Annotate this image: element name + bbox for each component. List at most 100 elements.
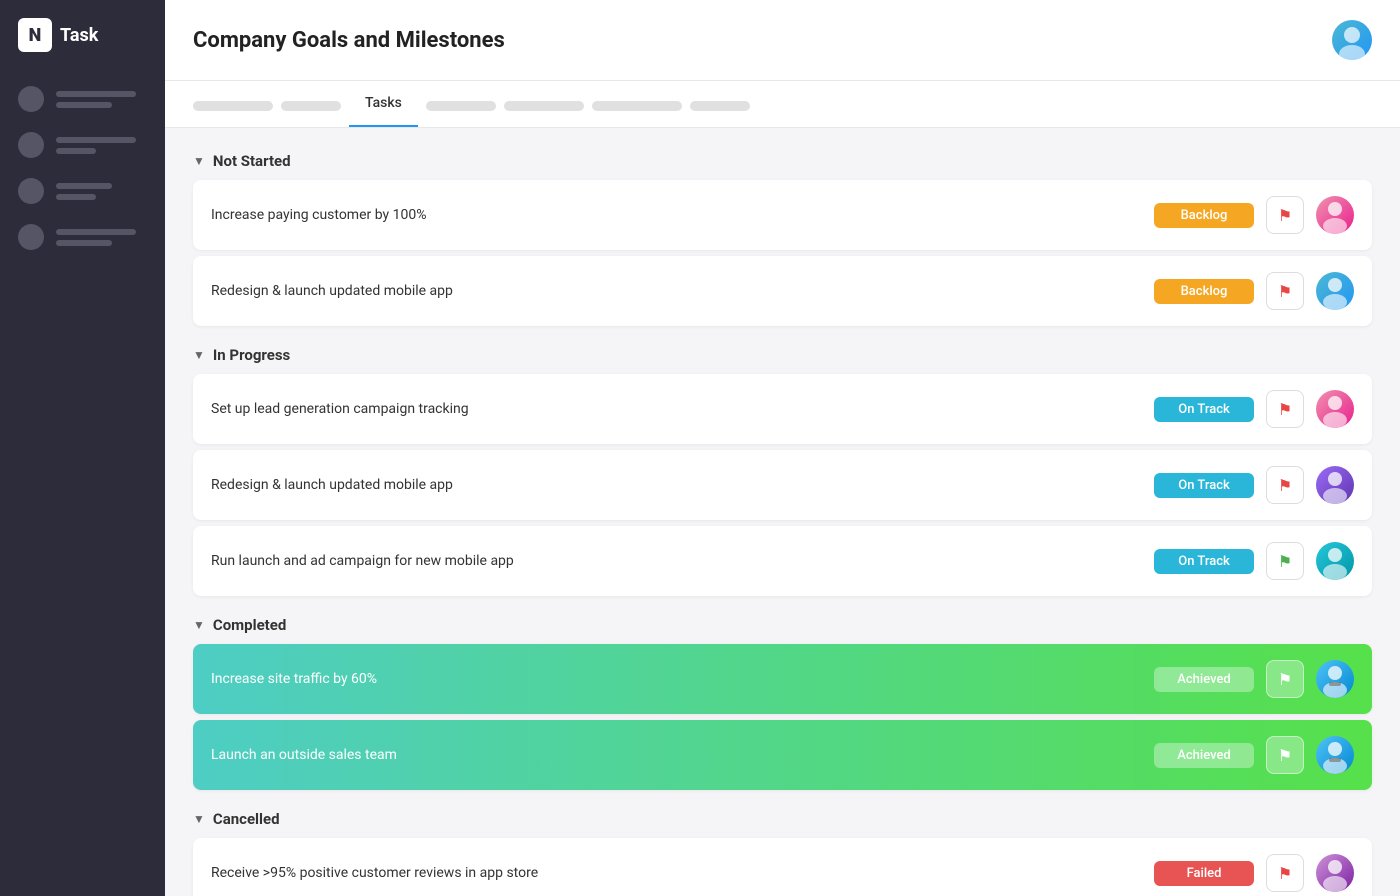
sidebar-line (56, 148, 96, 154)
task-row: Set up lead generation campaign tracking… (193, 374, 1372, 444)
avatar-svg (1316, 390, 1354, 428)
sidebar-line (56, 91, 136, 97)
task-row: Increase paying customer by 100% Backlog… (193, 180, 1372, 250)
status-badge: Achieved (1154, 743, 1254, 768)
flag-icon: ⚑ (1278, 282, 1292, 301)
avatar-image (1332, 20, 1372, 60)
avatar-svg (1316, 466, 1354, 504)
sidebar-line (56, 229, 136, 235)
status-badge: Backlog (1154, 279, 1254, 304)
sidebar-item-4[interactable] (0, 214, 165, 260)
flag-button[interactable]: ⚑ (1266, 466, 1304, 504)
task-row-completed: Increase site traffic by 60% Achieved ⚑ (193, 644, 1372, 714)
sidebar-line (56, 137, 136, 143)
flag-button[interactable]: ⚑ (1266, 542, 1304, 580)
task-avatar (1316, 854, 1354, 892)
section-title-in-progress: In Progress (213, 346, 290, 364)
task-row: Run launch and ad campaign for new mobil… (193, 526, 1372, 596)
task-name: Launch an outside sales team (211, 747, 1142, 763)
avatar-svg (1316, 272, 1354, 310)
status-badge: Backlog (1154, 203, 1254, 228)
flag-icon: ⚑ (1278, 206, 1292, 225)
sidebar-line (56, 183, 112, 189)
content-area: ▼ Not Started Increase paying customer b… (165, 128, 1400, 896)
flag-icon: ⚑ (1278, 476, 1292, 495)
sidebar-item-1[interactable] (0, 76, 165, 122)
section-header-in-progress: ▼ In Progress (193, 346, 1372, 364)
sidebar-item-lines-1 (56, 91, 147, 108)
section-title-cancelled: Cancelled (213, 810, 280, 828)
tab-placeholder-1 (193, 101, 273, 111)
sidebar-item-icon-2 (18, 132, 44, 158)
avatar-svg (1316, 196, 1354, 234)
tab-placeholder-5 (592, 101, 682, 111)
task-avatar (1316, 390, 1354, 428)
sidebar-item-icon-1 (18, 86, 44, 112)
flag-button[interactable]: ⚑ (1266, 736, 1304, 774)
page-title: Company Goals and Milestones (193, 28, 505, 53)
section-title-not-started: Not Started (213, 152, 291, 170)
flag-icon: ⚑ (1278, 552, 1292, 571)
avatar-svg (1316, 854, 1354, 892)
flag-icon: ⚑ (1278, 746, 1292, 765)
section-in-progress: ▼ In Progress Set up lead generation cam… (193, 346, 1372, 596)
task-name: Increase paying customer by 100% (211, 207, 1142, 223)
flag-button[interactable]: ⚑ (1266, 196, 1304, 234)
app-logo: N Task (0, 18, 165, 76)
tab-placeholder-6 (690, 101, 750, 111)
tab-tasks[interactable]: Tasks (349, 81, 418, 127)
section-header-not-started: ▼ Not Started (193, 152, 1372, 170)
task-avatar (1316, 272, 1354, 310)
sidebar-item-2[interactable] (0, 122, 165, 168)
task-row: Redesign & launch updated mobile app On … (193, 450, 1372, 520)
tab-placeholder-2 (281, 101, 341, 111)
task-row: Redesign & launch updated mobile app Bac… (193, 256, 1372, 326)
chevron-down-icon: ▼ (193, 618, 205, 632)
sidebar-item-lines-2 (56, 137, 147, 154)
task-avatar (1316, 196, 1354, 234)
avatar-svg (1316, 736, 1354, 774)
sidebar-line (56, 102, 112, 108)
task-avatar (1316, 736, 1354, 774)
chevron-down-icon: ▼ (193, 348, 205, 362)
sidebar: N Task (0, 0, 165, 896)
app-name: Task (60, 25, 98, 46)
chevron-down-icon: ▼ (193, 154, 205, 168)
task-name: Receive >95% positive customer reviews i… (211, 865, 1142, 881)
flag-button[interactable]: ⚑ (1266, 272, 1304, 310)
logo-icon: N (18, 18, 52, 52)
sidebar-item-icon-4 (18, 224, 44, 250)
section-not-started: ▼ Not Started Increase paying customer b… (193, 152, 1372, 326)
section-completed: ▼ Completed Increase site traffic by 60%… (193, 616, 1372, 790)
task-row-completed: Launch an outside sales team Achieved ⚑ (193, 720, 1372, 790)
main-content: Company Goals and Milestones Tasks ▼ Not… (165, 0, 1400, 896)
sidebar-line (56, 240, 112, 246)
section-title-completed: Completed (213, 616, 286, 634)
section-cancelled: ▼ Cancelled Receive >95% positive custom… (193, 810, 1372, 896)
status-badge: On Track (1154, 473, 1254, 498)
avatar-svg (1316, 660, 1354, 698)
task-name: Set up lead generation campaign tracking (211, 401, 1142, 417)
chevron-down-icon: ▼ (193, 812, 205, 826)
task-name: Redesign & launch updated mobile app (211, 477, 1142, 493)
status-badge: On Track (1154, 549, 1254, 574)
flag-button[interactable]: ⚑ (1266, 390, 1304, 428)
sidebar-item-lines-4 (56, 229, 147, 246)
status-badge: On Track (1154, 397, 1254, 422)
user-avatar-header[interactable] (1332, 20, 1372, 60)
task-name: Increase site traffic by 60% (211, 671, 1142, 687)
task-name: Redesign & launch updated mobile app (211, 283, 1142, 299)
flag-icon: ⚑ (1278, 400, 1292, 419)
sidebar-item-icon-3 (18, 178, 44, 204)
status-badge: Achieved (1154, 667, 1254, 692)
sidebar-item-3[interactable] (0, 168, 165, 214)
task-row: Receive >95% positive customer reviews i… (193, 838, 1372, 896)
flag-button[interactable]: ⚑ (1266, 660, 1304, 698)
section-header-completed: ▼ Completed (193, 616, 1372, 634)
flag-icon: ⚑ (1278, 864, 1292, 883)
task-avatar (1316, 542, 1354, 580)
tab-placeholder-3 (426, 101, 496, 111)
status-badge: Failed (1154, 861, 1254, 886)
tabs-bar: Tasks (165, 81, 1400, 128)
flag-button[interactable]: ⚑ (1266, 854, 1304, 892)
